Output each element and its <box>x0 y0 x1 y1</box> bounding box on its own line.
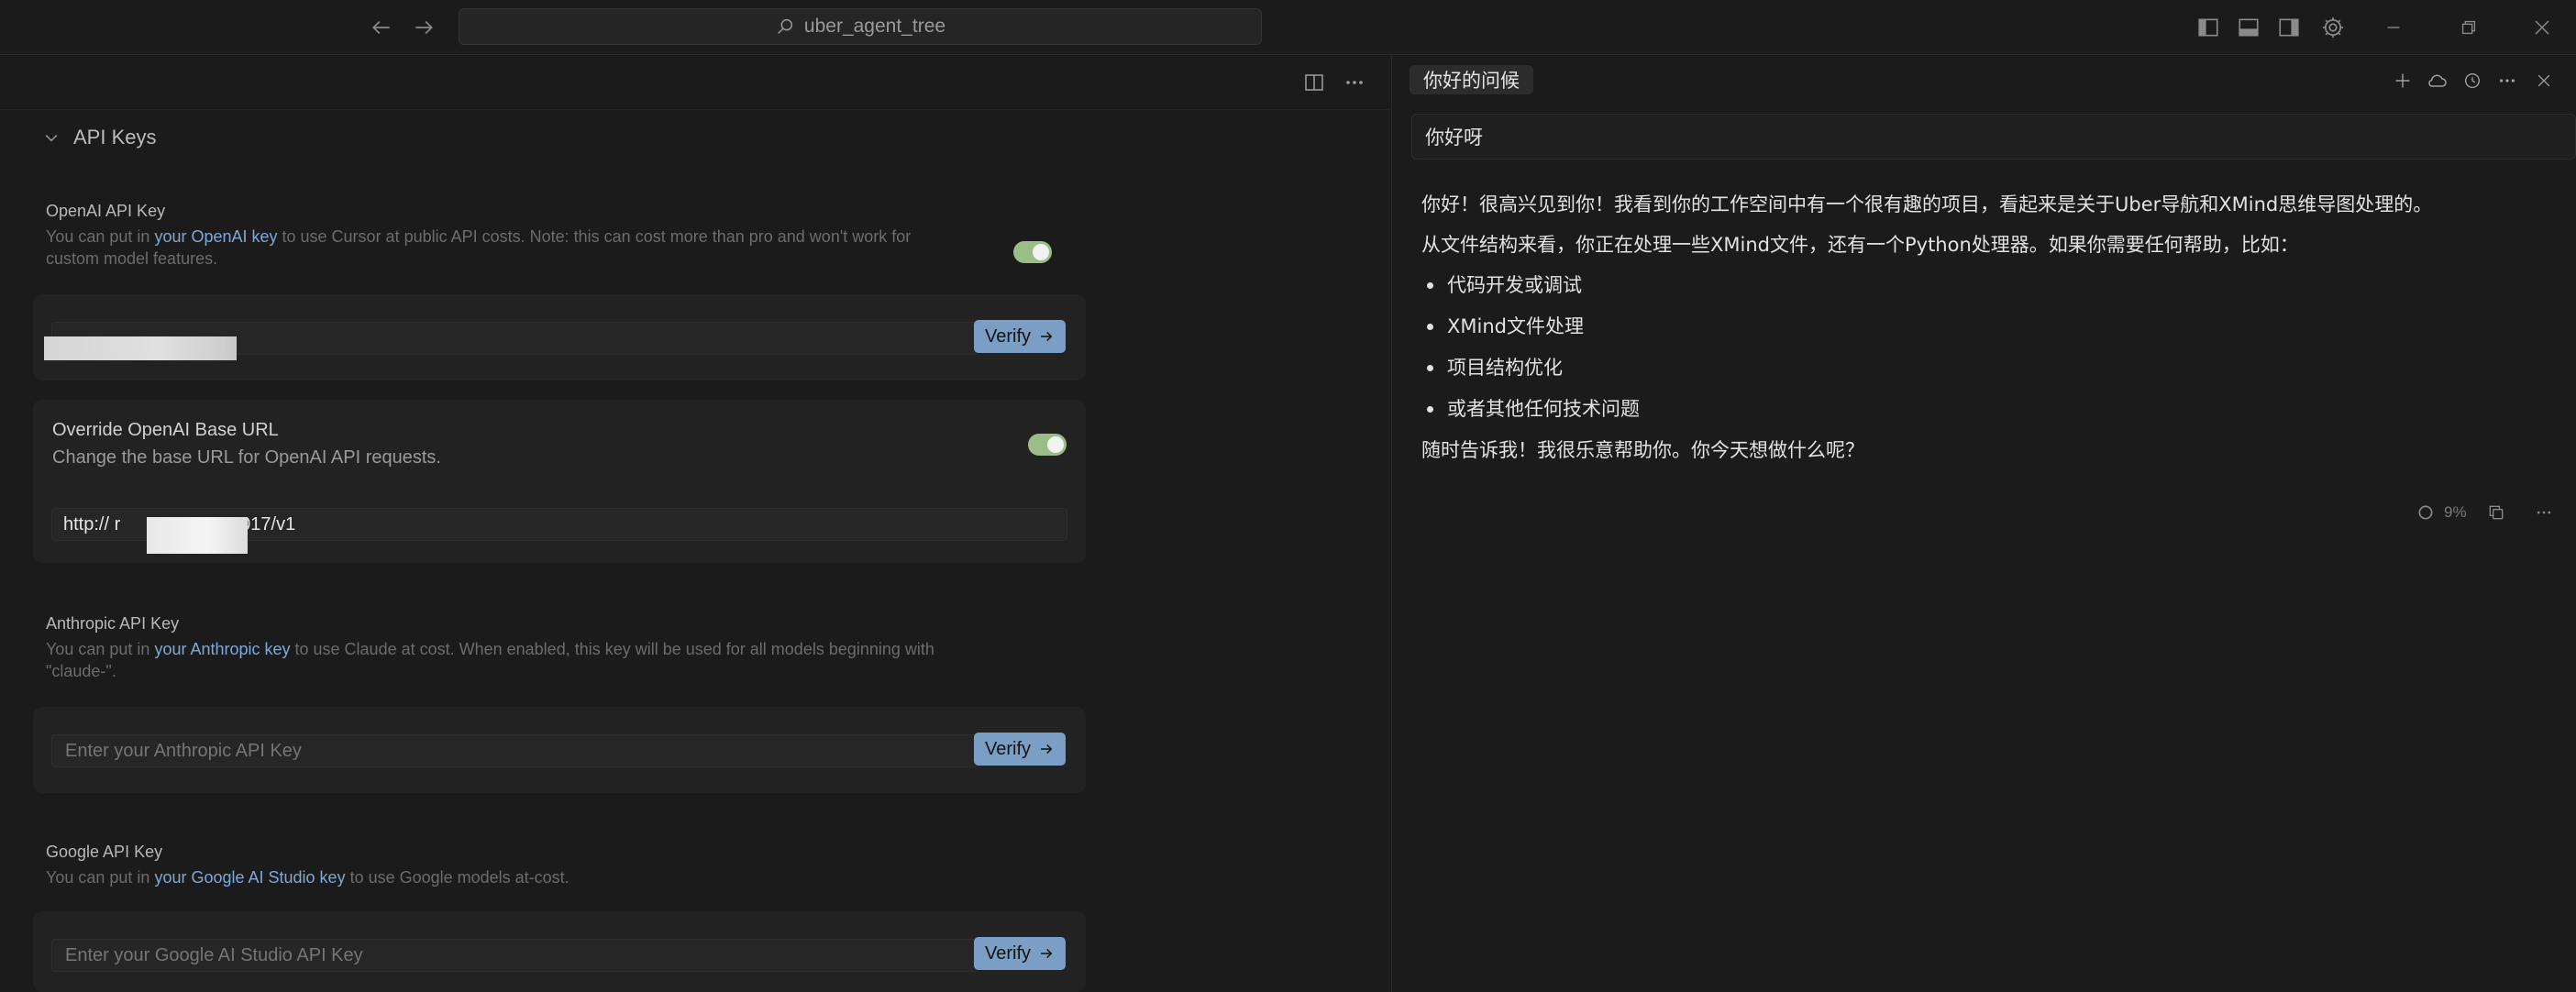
settings-toolbar <box>0 56 1392 110</box>
desc-text: to use Google models at-cost. <box>345 868 569 887</box>
google-key-description: You can put in your Google AI Studio key… <box>46 866 1009 888</box>
arrow-right-icon <box>1038 328 1055 345</box>
search-text: uber_agent_tree <box>803 16 946 37</box>
toggle-panel-icon[interactable] <box>2234 13 2263 42</box>
command-search-box[interactable]: uber_agent_tree <box>459 8 1262 45</box>
api-keys-section-header[interactable]: API Keys <box>42 126 156 149</box>
restore-window-icon[interactable] <box>2454 13 2483 42</box>
context-usage-percent: 9% <box>2444 503 2467 521</box>
list-item: 或者其他任何技术问题 <box>1421 389 2568 430</box>
desc-text: to use Claude at cost. When enabled, thi… <box>290 640 934 658</box>
anthropic-verify-button[interactable]: Verify <box>974 733 1066 766</box>
minimize-window-icon[interactable] <box>2379 13 2408 42</box>
message-more-icon[interactable] <box>2535 503 2553 522</box>
list-item: XMind文件处理 <box>1421 306 2568 347</box>
context-usage-icon <box>2416 503 2435 522</box>
openai-key-card: Verify <box>33 294 1086 380</box>
google-key-link[interactable]: your Google AI Studio key <box>154 868 345 887</box>
list-item: 项目结构优化 <box>1421 347 2568 389</box>
google-verify-button[interactable]: Verify <box>974 937 1066 970</box>
more-options-icon[interactable] <box>2495 69 2519 93</box>
close-chat-icon[interactable] <box>2532 69 2556 93</box>
back-arrow-icon[interactable] <box>367 13 396 42</box>
openai-key-title: OpenAI API Key <box>46 202 166 220</box>
cloud-icon[interactable] <box>2426 69 2449 93</box>
anthropic-key-title: Anthropic API Key <box>46 614 180 633</box>
desc-text: custom model features. <box>46 249 218 268</box>
chevron-down-icon <box>42 128 61 147</box>
base-url-toggle[interactable] <box>1028 434 1067 456</box>
message-footer: 9% <box>2416 503 2553 522</box>
assistant-reply: 你好！很高兴见到你！我看到你的工作空间中有一个很有趣的项目，看起来是关于Uber… <box>1421 184 2568 470</box>
reply-paragraph: 随时告诉我！我很乐意帮助你。你今天想做什么呢？ <box>1421 439 1864 461</box>
toggle-primary-sidebar-icon[interactable] <box>2194 13 2223 42</box>
section-title: API Keys <box>73 126 157 149</box>
title-bar: uber_agent_tree <box>0 0 2576 55</box>
verify-label: Verify <box>984 738 1032 759</box>
desc-text: to use Cursor at public API costs. Note:… <box>277 227 912 246</box>
close-window-icon[interactable] <box>2527 13 2557 42</box>
openai-key-link[interactable]: your OpenAI key <box>154 227 277 246</box>
desc-text: You can put in <box>46 227 155 246</box>
openai-key-toggle[interactable] <box>1013 241 1052 263</box>
redacted-key-mask <box>44 336 237 360</box>
more-actions-icon[interactable] <box>1340 68 1369 97</box>
new-chat-plus-icon[interactable] <box>2391 69 2415 93</box>
history-icon[interactable] <box>2460 69 2484 93</box>
anthropic-key-card: Verify <box>33 707 1086 793</box>
redacted-url-mask <box>147 517 248 554</box>
reply-paragraph: 从文件结构来看，你正在处理一些XMind文件，还有一个Python处理器。如果你… <box>1421 234 2299 256</box>
openai-verify-button[interactable]: Verify <box>974 320 1066 353</box>
base-url-description: Change the base URL for OpenAI API reque… <box>52 447 441 468</box>
settings-gear-icon[interactable] <box>2318 13 2348 42</box>
base-url-title: Override OpenAI Base URL <box>52 420 279 440</box>
reply-paragraph: 你好！很高兴见到你！我看到你的工作空间中有一个很有趣的项目，看起来是关于Uber… <box>1421 193 2433 215</box>
toggle-secondary-sidebar-icon[interactable] <box>2274 13 2304 42</box>
verify-label: Verify <box>984 325 1032 347</box>
google-key-input[interactable] <box>51 939 978 972</box>
anthropic-key-input[interactable] <box>51 734 978 767</box>
search-icon <box>775 17 795 37</box>
list-item: 代码开发或调试 <box>1421 265 2568 306</box>
google-key-title: Google API Key <box>46 843 163 861</box>
arrow-right-icon <box>1038 741 1055 757</box>
base-url-card: Override OpenAI Base URL Change the base… <box>33 400 1086 563</box>
google-key-card: Verify <box>33 911 1086 992</box>
forward-arrow-icon[interactable] <box>409 13 438 42</box>
anthropic-key-description: You can put in your Anthropic key to use… <box>46 638 1009 682</box>
openai-key-description: You can put in your OpenAI key to use Cu… <box>46 226 1009 270</box>
arrow-right-icon <box>1038 945 1055 962</box>
copy-icon[interactable] <box>2487 503 2505 522</box>
settings-pane: API Keys OpenAI API Key You can put in y… <box>0 56 1392 992</box>
chat-pane: 你好的问候 你好呀 你好！很高兴见到你！我看到你的工作空间中有一个很有趣的项目，… <box>1393 56 2576 992</box>
verify-label: Verify <box>984 942 1032 964</box>
reply-list: 代码开发或调试 XMind文件处理 项目结构优化 或者其他任何技术问题 <box>1421 265 2568 430</box>
anthropic-key-link[interactable]: your Anthropic key <box>154 640 290 658</box>
desc-text: You can put in <box>46 868 155 887</box>
split-editor-icon[interactable] <box>1299 68 1329 97</box>
url-prefix: http:// r <box>63 513 121 535</box>
chat-tab[interactable]: 你好的问候 <box>1410 65 1533 94</box>
user-message[interactable]: 你好呀 <box>1411 114 2576 160</box>
desc-text: "claude-". <box>46 662 116 680</box>
desc-text: You can put in <box>46 640 155 658</box>
